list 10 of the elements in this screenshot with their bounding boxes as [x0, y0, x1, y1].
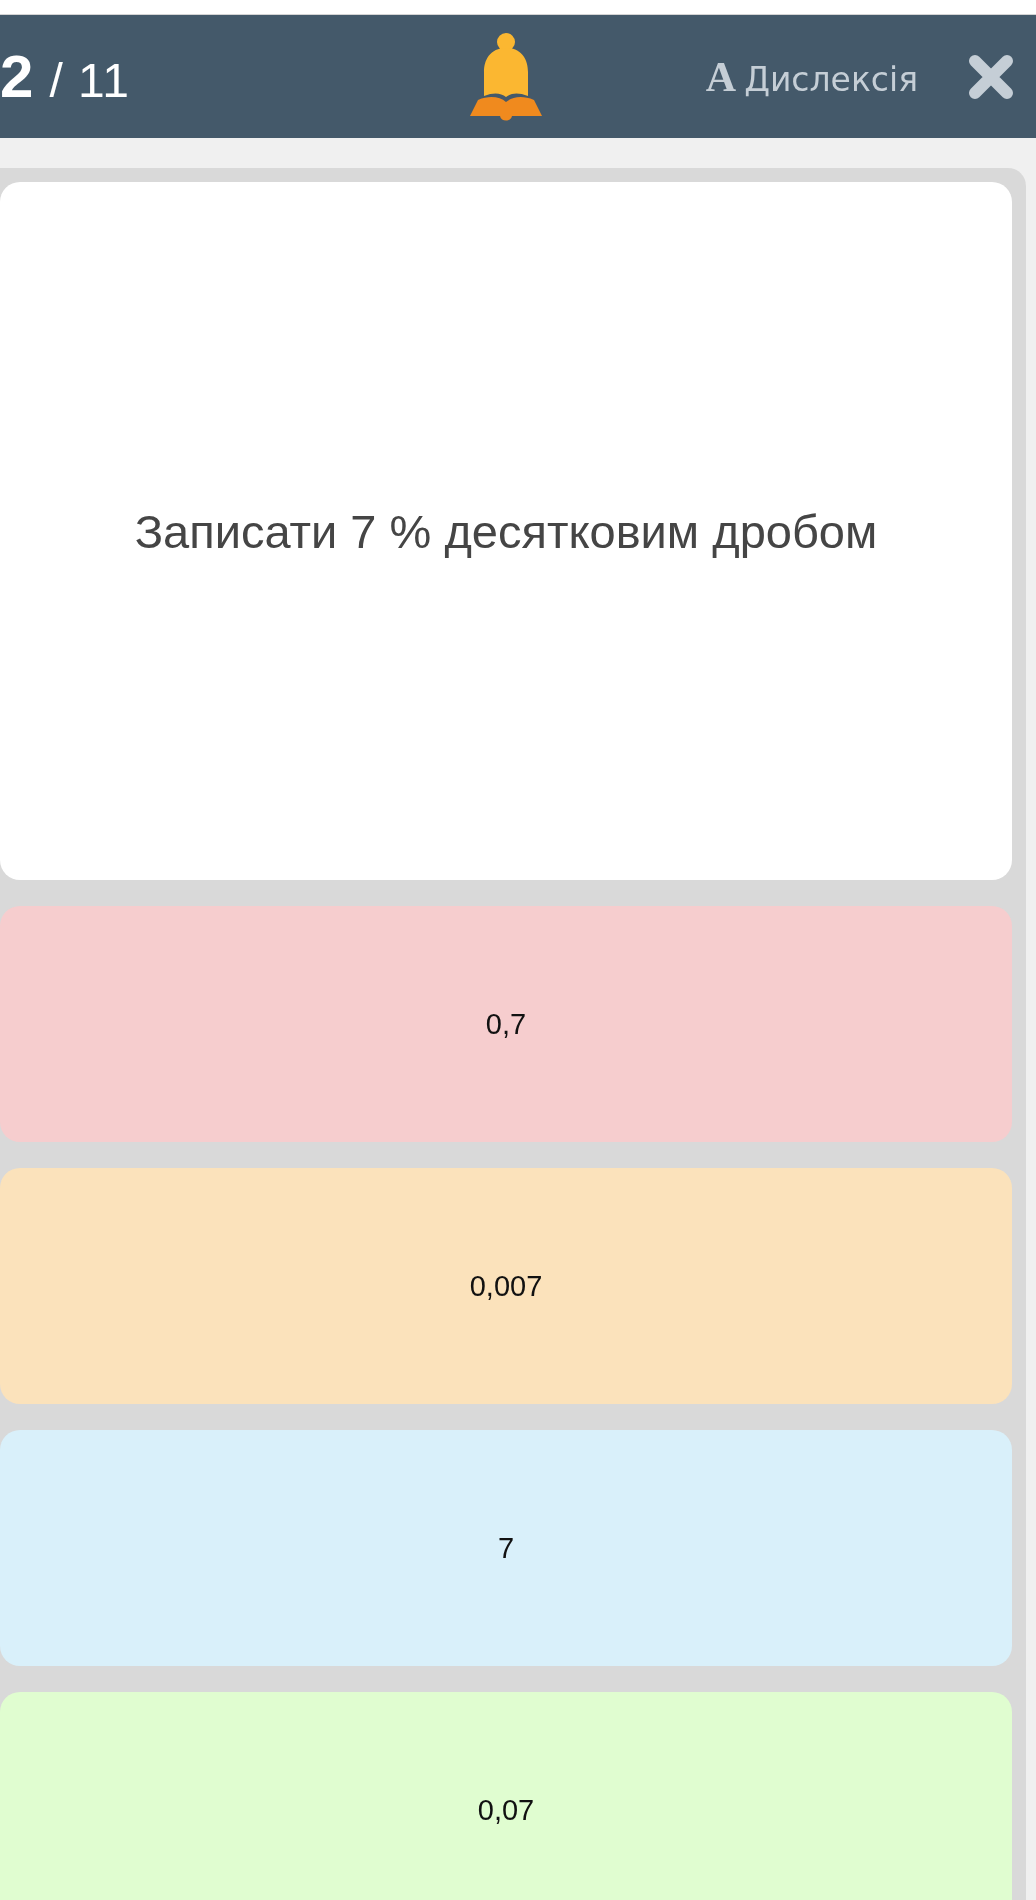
close-icon [968, 53, 1014, 100]
question-number: 2 [0, 46, 34, 107]
dyslexia-button[interactable]: A Дислексія [705, 52, 918, 101]
question-total: / 11 [49, 56, 130, 105]
answer-option[interactable]: 0,07 [0, 1692, 1012, 1900]
close-button[interactable] [968, 53, 1014, 100]
answer-option[interactable]: 0,007 [0, 1168, 1012, 1404]
answer-option[interactable]: 0,7 [0, 906, 1012, 1142]
answer-option[interactable]: 7 [0, 1430, 1012, 1666]
question-text: Записати 7 % десятковим дробом [134, 503, 878, 559]
